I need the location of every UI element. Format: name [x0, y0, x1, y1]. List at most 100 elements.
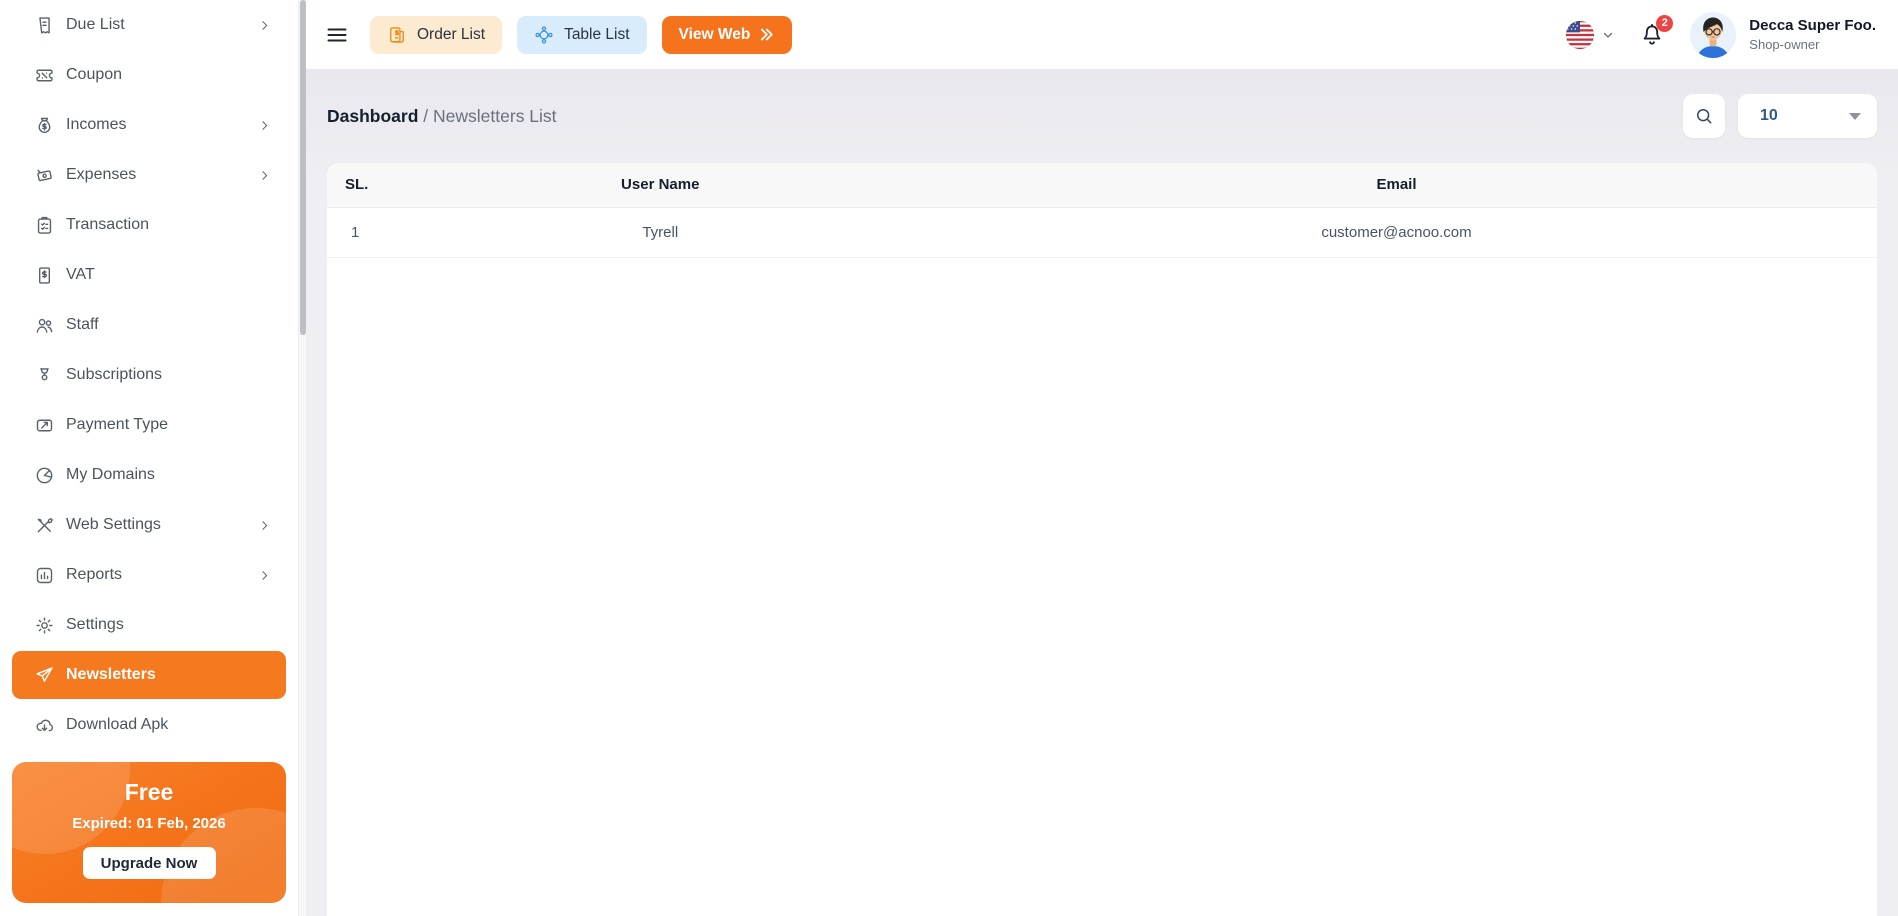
page-head: Dashboard / Newsletters List 10: [327, 69, 1877, 163]
topbar-quick-actions: Order List Table List View Web: [370, 16, 792, 54]
sidebar-item-settings[interactable]: Settings: [0, 600, 298, 650]
per-page-value: 10: [1760, 107, 1778, 125]
breadcrumb: Dashboard / Newsletters List: [327, 106, 557, 127]
sidebar: Due List Coupon Incomes Expenses Transaction…: [0, 0, 298, 916]
table-row: 1Tyrellcustomer@acnoo.com: [327, 207, 1877, 257]
sidebar-item-label: Expenses: [66, 166, 136, 184]
sl-cell: 1: [327, 207, 405, 257]
per-page-select[interactable]: 10: [1738, 94, 1877, 138]
income-icon: [34, 115, 55, 136]
plan-card-decor-circle: [12, 762, 130, 854]
sidebar-item-label: Web Settings: [66, 516, 161, 534]
sidebar-item-label: Incomes: [66, 116, 126, 134]
content: Dashboard / Newsletters List 10: [306, 69, 1898, 916]
user-profile[interactable]: Decca Super Foo. Shop-owner: [1689, 11, 1876, 59]
sidebar-item-my-domains[interactable]: My Domains: [0, 450, 298, 500]
sidebar-item-label: My Domains: [66, 466, 155, 484]
reports-icon: [34, 565, 55, 586]
email-cell: customer@acnoo.com: [916, 207, 1877, 257]
web-settings-icon: [34, 515, 55, 536]
app-root: Due List Coupon Incomes Expenses Transaction…: [0, 0, 1898, 916]
avatar: [1689, 11, 1737, 59]
newsletters-table: SL.User NameEmail 1Tyrellcustomer@acnoo.…: [327, 163, 1877, 258]
quick-action-label: View Web: [679, 26, 751, 44]
paper-plane-icon: [34, 665, 55, 686]
notification-badge: 2: [1656, 15, 1673, 32]
coupon-icon: [34, 65, 55, 86]
sidebar-item-due-list[interactable]: Due List: [0, 0, 298, 50]
newsletters-table-card: SL.User NameEmail 1Tyrellcustomer@acnoo.…: [327, 163, 1877, 916]
chevron-right-icon: [257, 168, 272, 183]
search-icon: [1694, 106, 1714, 126]
plan-expiry-date: Expired: 01 Feb, 2026: [12, 815, 286, 832]
upgrade-now-button[interactable]: Upgrade Now: [83, 847, 216, 879]
column-header-email: Email: [916, 163, 1877, 207]
sidebar-item-vat[interactable]: VAT: [0, 250, 298, 300]
caret-down-icon: [1849, 113, 1861, 120]
table-list-button[interactable]: Table List: [517, 16, 646, 54]
chevron-down-icon: [1601, 28, 1615, 42]
main-area: Order List Table List View Web: [306, 0, 1898, 916]
subscriptions-icon: [34, 365, 55, 386]
sidebar-item-label: VAT: [66, 266, 95, 284]
table-list-icon: [534, 25, 554, 45]
sidebar-item-label: Payment Type: [66, 416, 168, 434]
breadcrumb-current: Newsletters List: [433, 106, 557, 126]
sidebar-item-label: Subscriptions: [66, 366, 162, 384]
transaction-icon: [34, 215, 55, 236]
table-controls: 10: [1683, 94, 1877, 138]
plan-name: Free: [12, 779, 286, 806]
sidebar-item-expenses[interactable]: Expenses: [0, 150, 298, 200]
sidebar-item-transaction[interactable]: Transaction: [0, 200, 298, 250]
double-chevron-right-icon: [758, 26, 775, 43]
language-selector[interactable]: [1565, 20, 1615, 50]
vat-icon: [34, 265, 55, 286]
view-web-button[interactable]: View Web: [662, 16, 793, 54]
sidebar-item-label: Reports: [66, 566, 122, 584]
sidebar-item-label: Download Apk: [66, 716, 168, 734]
order-list-button[interactable]: Order List: [370, 16, 502, 54]
chevron-right-icon: [257, 568, 272, 583]
breadcrumb-dashboard[interactable]: Dashboard: [327, 106, 418, 126]
chevron-right-icon: [257, 118, 272, 133]
invoice-icon: [34, 15, 55, 36]
sidebar-item-coupon[interactable]: Coupon: [0, 50, 298, 100]
topbar-right: 2: [1565, 11, 1876, 59]
chevron-right-icon: [257, 18, 272, 33]
us-flag-icon: [1565, 20, 1595, 50]
sidebar-item-payment-type[interactable]: Payment Type: [0, 400, 298, 450]
sidebar-item-newsletters[interactable]: Newsletters: [12, 651, 286, 699]
sidebar-item-reports[interactable]: Reports: [0, 550, 298, 600]
sidebar-item-incomes[interactable]: Incomes: [0, 100, 298, 150]
search-button[interactable]: [1683, 94, 1725, 138]
sidebar-nav: Due List Coupon Incomes Expenses Transaction…: [0, 0, 298, 750]
quick-action-label: Table List: [564, 26, 629, 44]
column-header-user-name: User Name: [405, 163, 917, 207]
breadcrumb-separator: /: [423, 106, 433, 126]
quick-action-label: Order List: [417, 26, 485, 44]
notifications-button[interactable]: 2: [1639, 22, 1665, 48]
topbar: Order List Table List View Web: [306, 0, 1898, 69]
chevron-right-icon: [257, 518, 272, 533]
hamburger-menu-button[interactable]: [320, 19, 354, 51]
sidebar-item-label: Transaction: [66, 216, 149, 234]
sidebar-scrollbar[interactable]: [298, 0, 306, 916]
plan-card: Free Expired: 01 Feb, 2026 Upgrade Now: [12, 762, 286, 903]
payment-type-icon: [34, 415, 55, 436]
sidebar-item-staff[interactable]: Staff: [0, 300, 298, 350]
cloud-download-icon: [34, 715, 55, 736]
column-header-sl: SL.: [327, 163, 405, 207]
sidebar-item-label: Due List: [66, 16, 125, 34]
user-info: Decca Super Foo. Shop-owner: [1749, 17, 1876, 52]
sidebar-item-label: Staff: [66, 316, 99, 334]
sidebar-item-label: Coupon: [66, 66, 122, 84]
sidebar-item-label: Settings: [66, 616, 124, 634]
domains-icon: [34, 465, 55, 486]
sidebar-item-web-settings[interactable]: Web Settings: [0, 500, 298, 550]
sidebar-item-download-apk[interactable]: Download Apk: [0, 700, 298, 750]
sidebar-item-label: Newsletters: [66, 666, 156, 684]
expense-icon: [34, 165, 55, 186]
sidebar-item-subscriptions[interactable]: Subscriptions: [0, 350, 298, 400]
order-list-icon: [387, 25, 407, 45]
staff-icon: [34, 315, 55, 336]
